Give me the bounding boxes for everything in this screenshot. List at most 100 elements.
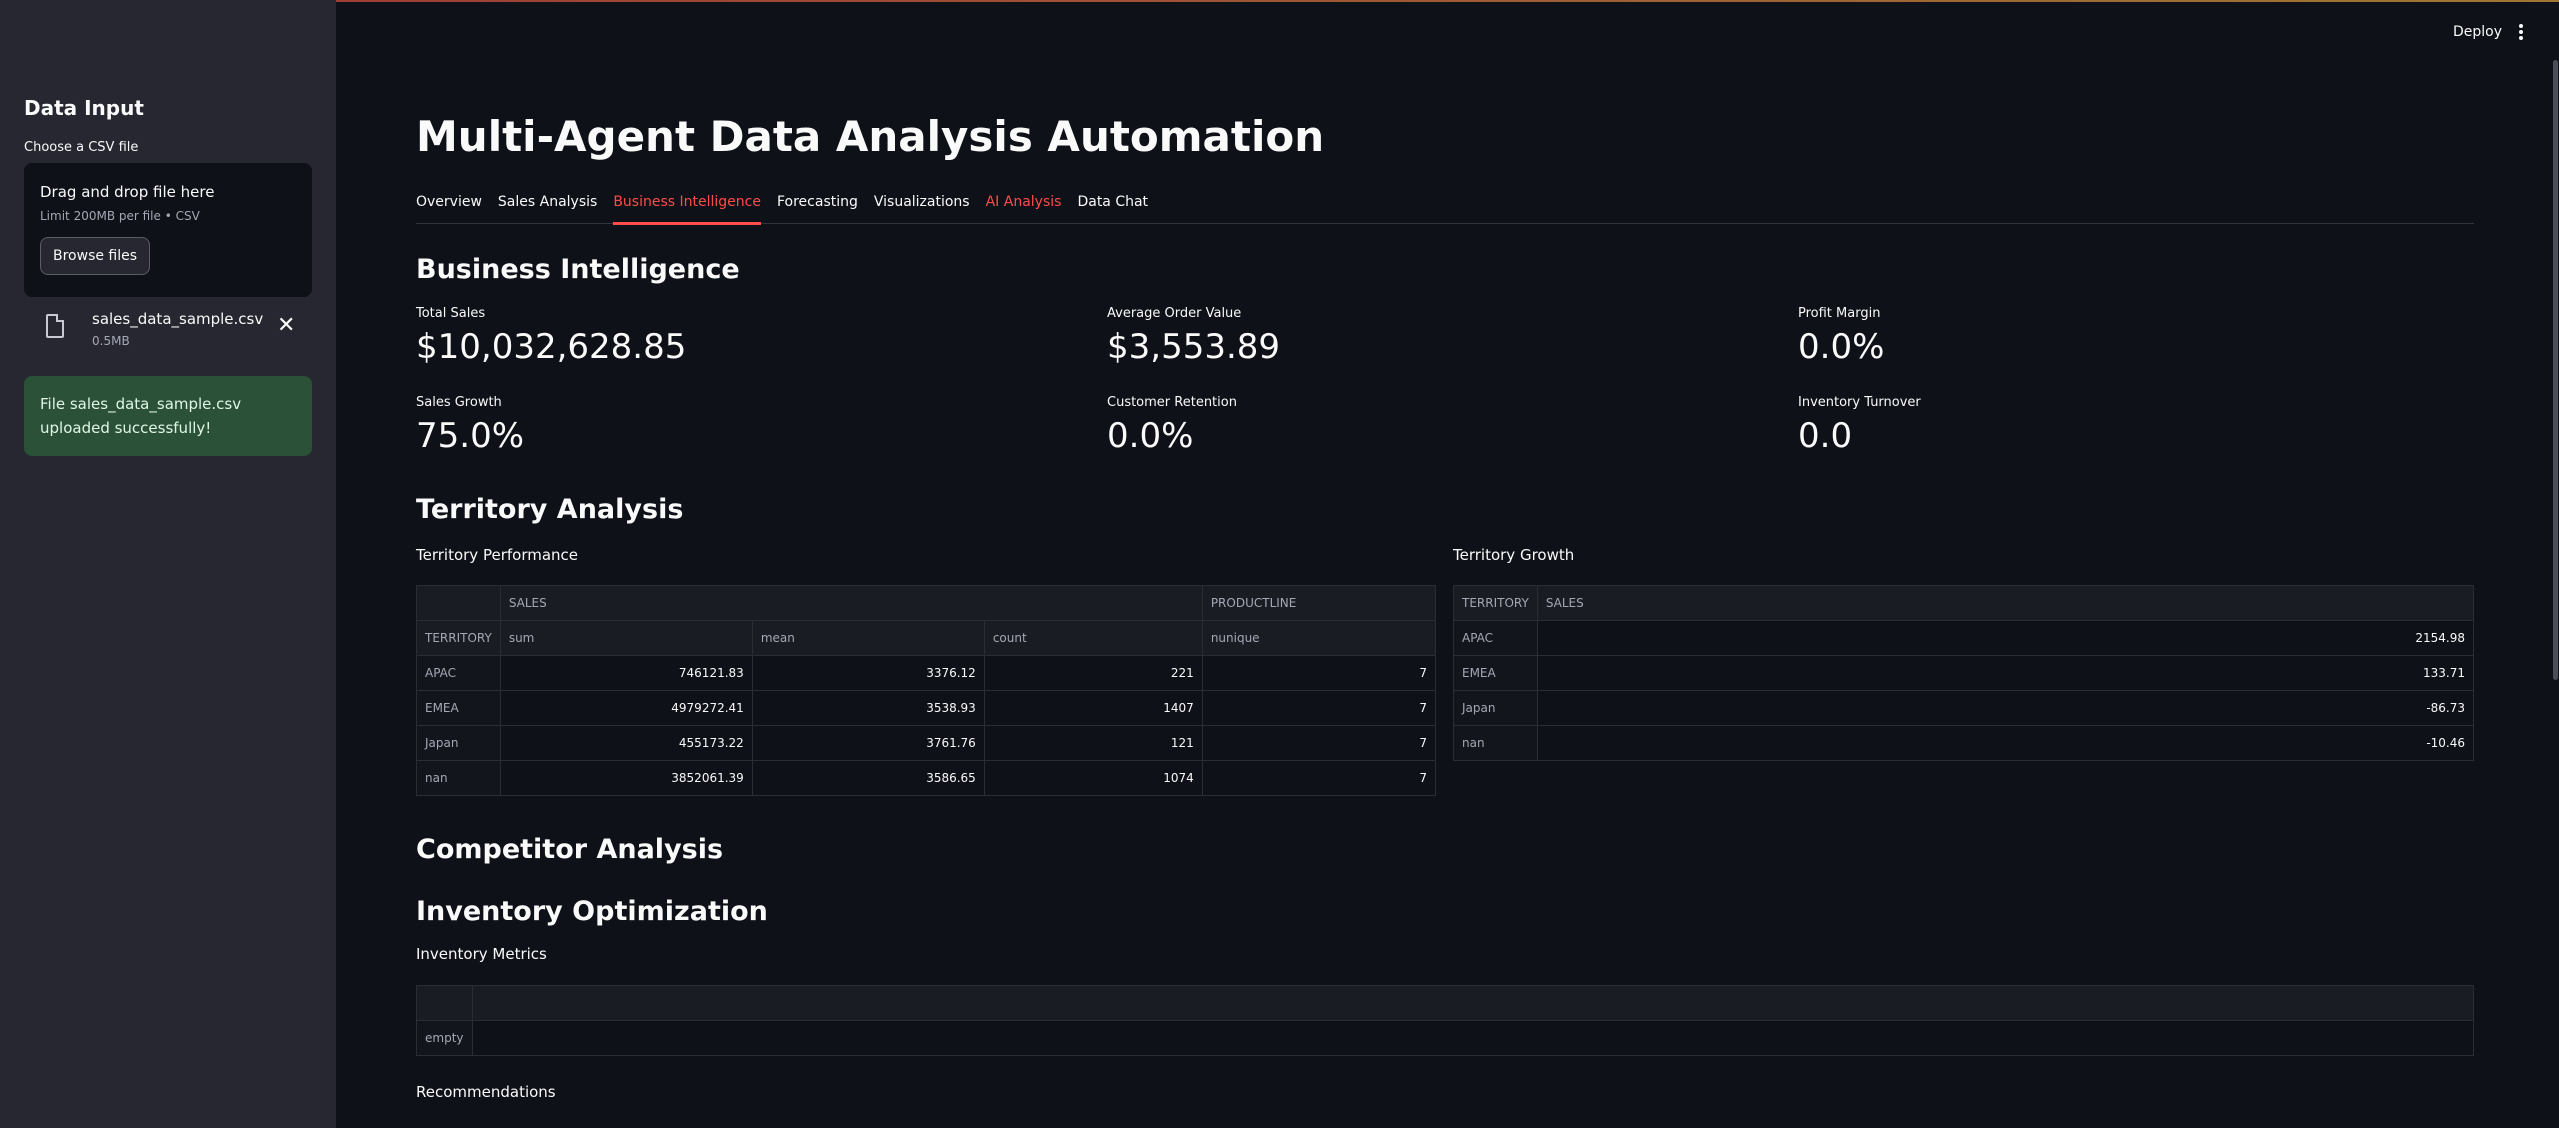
tab-visualizations[interactable]: Visualizations — [874, 194, 970, 224]
tab-forecasting[interactable]: Forecasting — [777, 194, 858, 224]
recommendations-title: Recommendations — [416, 1083, 556, 1101]
row-index: nan — [1453, 725, 1538, 761]
cell: 4979272.41 — [499, 690, 753, 726]
tab-data-chat[interactable]: Data Chat — [1077, 194, 1148, 224]
header-sales: SALES — [1536, 585, 2475, 621]
territory-growth-table[interactable]: TERRITORY SALES APAC 2154.98 EMEA 133.71… — [1453, 585, 2475, 761]
row-index: EMEA — [1453, 655, 1538, 691]
metric-label: Customer Retention — [1107, 395, 1237, 410]
top-decoration — [0, 0, 2559, 2]
row-index: Japan — [416, 725, 501, 761]
territory-heading: Territory Analysis — [416, 494, 684, 525]
deploy-button[interactable]: Deploy — [2453, 24, 2502, 40]
table-row: EMEA 133.71 — [1453, 655, 2475, 691]
cell: 455173.22 — [499, 725, 753, 761]
table-row: EMEA 4979272.41 3538.93 1407 7 — [416, 690, 1437, 726]
header-mean: mean — [751, 620, 985, 656]
dropzone-title: Drag and drop file here — [40, 183, 215, 201]
cell: 221 — [983, 655, 1203, 691]
cell: 3852061.39 — [499, 760, 753, 796]
close-icon[interactable]: ✕ — [277, 315, 295, 337]
metric-value: $3,553.89 — [1107, 327, 1281, 367]
browse-files-button[interactable]: Browse files — [40, 237, 151, 275]
cell: 3586.65 — [751, 760, 985, 796]
inventory-heading: Inventory Optimization — [416, 896, 768, 927]
cell: 2154.98 — [1536, 620, 2475, 656]
metric-average-order-value: Average Order Value $3,553.89 — [1107, 306, 1767, 367]
table-row: APAC 2154.98 — [1453, 620, 2475, 656]
file-icon — [46, 314, 64, 338]
metric-inventory-turnover: Inventory Turnover 0.0 — [1798, 395, 2458, 456]
table-row: Japan 455173.22 3761.76 121 7 — [416, 725, 1437, 761]
inventory-metrics-table[interactable]: empty — [416, 985, 2474, 1056]
metric-value: 0.0% — [1107, 416, 1194, 456]
table-row: Japan -86.73 — [1453, 690, 2475, 726]
metric-label: Total Sales — [416, 306, 486, 321]
table-row: nan 3852061.39 3586.65 1074 7 — [416, 760, 1437, 796]
row-index: Japan — [1453, 690, 1538, 726]
metric-label: Average Order Value — [1107, 306, 1242, 321]
metric-value: 0.0% — [1798, 327, 1885, 367]
header-blank — [416, 585, 501, 621]
metric-label: Sales Growth — [416, 395, 502, 410]
cell: 7 — [1201, 690, 1437, 726]
cell: 121 — [983, 725, 1203, 761]
file-name: sales_data_sample.csv — [92, 310, 264, 328]
metric-value: 75.0% — [416, 416, 525, 456]
more-menu-icon[interactable] — [2518, 22, 2524, 42]
tab-business-intelligence[interactable]: Business Intelligence — [613, 194, 761, 225]
metric-profit-margin: Profit Margin 0.0% — [1798, 306, 2458, 367]
table-row: nan -10.46 — [1453, 725, 2475, 761]
metric-value: $10,032,628.85 — [416, 327, 687, 367]
sidebar: Data Input Choose a CSV file Drag and dr… — [0, 0, 336, 1128]
header-blank — [416, 985, 473, 1021]
header-territory: TERRITORY — [416, 620, 501, 656]
metric-value: 0.0 — [1798, 416, 1853, 456]
metric-sales-growth: Sales Growth 75.0% — [416, 395, 1076, 456]
cell: -10.46 — [1536, 725, 2475, 761]
uploaded-file: sales_data_sample.csv 0.5MB ✕ — [24, 306, 312, 362]
file-size: 0.5MB — [92, 334, 130, 348]
empty-label: empty — [416, 1020, 473, 1056]
territory-performance-table[interactable]: SALES PRODUCTLINE TERRITORY sum mean cou… — [416, 585, 1437, 796]
header-nunique: nunique — [1201, 620, 1437, 656]
table-row: empty — [416, 1020, 2474, 1056]
cell: 1407 — [983, 690, 1203, 726]
metric-label: Inventory Turnover — [1798, 395, 1921, 410]
tab-overview[interactable]: Overview — [416, 194, 482, 224]
competitor-heading: Competitor Analysis — [416, 834, 724, 865]
table-row: APAC 746121.83 3376.12 221 7 — [416, 655, 1437, 691]
inventory-metrics-title: Inventory Metrics — [416, 945, 547, 963]
header-territory: TERRITORY — [1453, 585, 1538, 621]
cell: 3761.76 — [751, 725, 985, 761]
cell: 133.71 — [1536, 655, 2475, 691]
file-dropzone[interactable]: Drag and drop file here Limit 200MB per … — [24, 163, 312, 297]
upload-label: Choose a CSV file — [24, 140, 139, 155]
tab-ai-analysis[interactable]: AI Analysis — [986, 194, 1062, 224]
cell: -86.73 — [1536, 690, 2475, 726]
header-count: count — [983, 620, 1203, 656]
row-index: APAC — [1453, 620, 1538, 656]
scrollbar[interactable] — [2553, 60, 2558, 680]
cell: 7 — [1201, 725, 1437, 761]
cell: 3538.93 — [751, 690, 985, 726]
cell — [471, 1020, 2474, 1056]
sidebar-title: Data Input — [24, 96, 144, 120]
cell: 7 — [1201, 760, 1437, 796]
header-sales: SALES — [499, 585, 1203, 621]
row-index: EMEA — [416, 690, 501, 726]
cell: 3376.12 — [751, 655, 985, 691]
success-alert: File sales_data_sample.csv uploaded succ… — [24, 376, 312, 456]
territory-growth-title: Territory Growth — [1453, 546, 1575, 564]
tab-sales-analysis[interactable]: Sales Analysis — [498, 194, 597, 224]
tab-bar: Overview Sales Analysis Business Intelli… — [416, 194, 2474, 225]
cell: 1074 — [983, 760, 1203, 796]
header-productline: PRODUCTLINE — [1201, 585, 1437, 621]
dropzone-limit: Limit 200MB per file • CSV — [40, 209, 200, 223]
row-index: nan — [416, 760, 501, 796]
cell: 7 — [1201, 655, 1437, 691]
header-blank — [471, 985, 2474, 1021]
row-index: APAC — [416, 655, 501, 691]
header-sum: sum — [499, 620, 753, 656]
cell: 746121.83 — [499, 655, 753, 691]
